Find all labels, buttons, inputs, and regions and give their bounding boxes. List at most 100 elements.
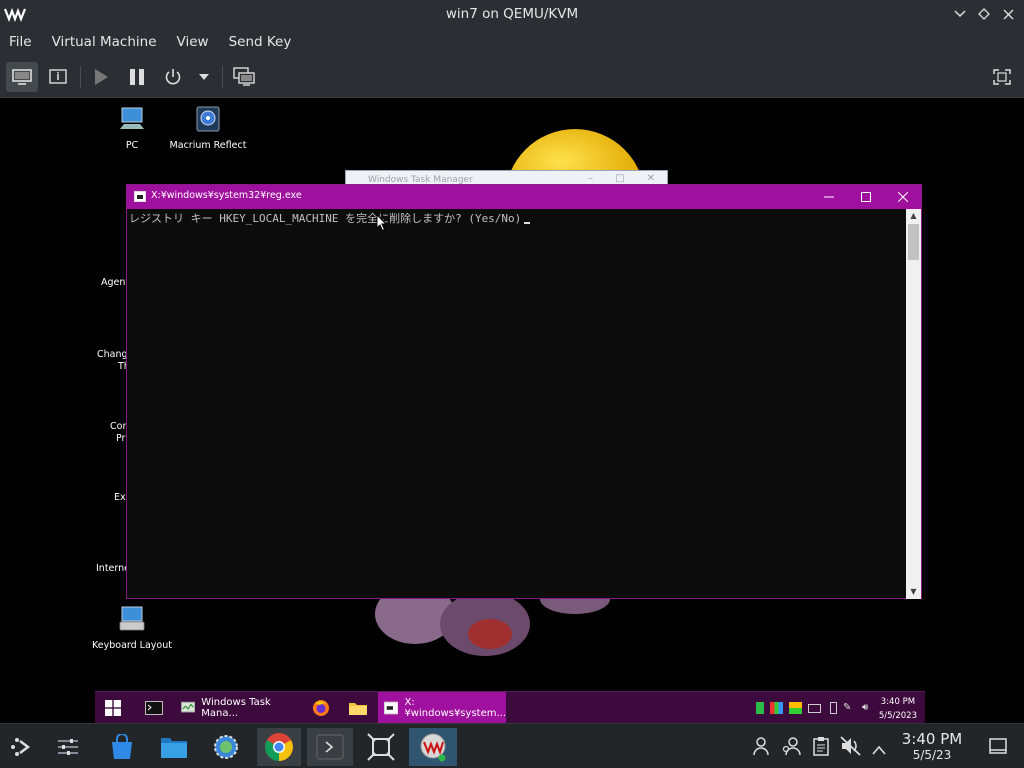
volume-icon[interactable]: 🔊︎: [862, 702, 875, 714]
guest-system-tray: ✎ 🔊︎: [753, 702, 875, 714]
flag-icon[interactable]: [789, 702, 802, 714]
minimize-icon[interactable]: –: [588, 173, 593, 184]
monitor-icon: [12, 69, 32, 85]
desktop-icon-keyboard-layout[interactable]: Keyboard Layout: [87, 605, 177, 651]
launcher-icon: [11, 738, 31, 756]
snapshots-button[interactable]: [230, 62, 258, 92]
close-icon[interactable]: [1000, 4, 1016, 24]
maximize-icon[interactable]: □: [615, 173, 624, 184]
virt-manager-logo-icon: [4, 7, 26, 22]
console-window[interactable]: X:¥windows¥system32¥reg.exe レジストリ キー HKE…: [126, 184, 922, 599]
terminal-icon: [316, 734, 344, 760]
frame-icon: [367, 733, 395, 761]
taskbar-item-reg-exe[interactable]: X:¥windows¥system...: [378, 692, 506, 723]
console-icon: [384, 701, 399, 715]
task-manager-icon: [181, 701, 196, 713]
pause-button[interactable]: [124, 62, 150, 92]
store-bag-icon: [112, 734, 132, 759]
start-button[interactable]: [105, 700, 121, 720]
console-icon: [134, 191, 146, 202]
scroll-thumb[interactable]: [908, 224, 919, 260]
show-console-button[interactable]: [6, 62, 38, 92]
keyboard-icon: [119, 606, 145, 631]
chevron-down-icon: [199, 74, 209, 80]
taskbar-item-firefox[interactable]: [309, 692, 333, 723]
taskbar-item-task-manager[interactable]: Windows Task Mana...: [177, 692, 299, 723]
toolbar: [0, 56, 1024, 98]
console-close-button[interactable]: [884, 185, 921, 209]
dolphin-button[interactable]: [155, 728, 193, 766]
globe-gear-icon: [214, 735, 238, 759]
usb-icon[interactable]: [830, 702, 837, 714]
menu-view[interactable]: View: [177, 34, 209, 50]
maximize-icon[interactable]: [976, 4, 992, 24]
run-button[interactable]: [88, 62, 114, 92]
chrome-button[interactable]: [257, 728, 301, 766]
user-icon[interactable]: [752, 736, 770, 760]
desktop-icon-label[interactable]: Chang: [97, 349, 128, 360]
taskbar-item-explorer[interactable]: [345, 692, 371, 723]
desktop-icon-macrium-reflect[interactable]: Macrium Reflect: [163, 105, 253, 151]
pause-icon: [130, 69, 144, 85]
play-icon: [95, 69, 108, 85]
shutdown-button[interactable]: [160, 62, 186, 92]
show-desktop-icon[interactable]: [989, 738, 1007, 758]
users-icon[interactable]: [782, 736, 802, 760]
close-icon[interactable]: ✕: [647, 173, 655, 184]
console-prompt: レジストリ キー HKEY_LOCAL_MACHINE を完全に削除しますか? …: [129, 212, 522, 225]
host-clock[interactable]: 3:40 PM 5/5/23: [895, 731, 969, 763]
scroll-up-icon[interactable]: ▲: [906, 209, 921, 223]
text-cursor: [524, 222, 531, 224]
network-icon[interactable]: [770, 702, 783, 714]
keyboard-tray-icon[interactable]: [808, 704, 821, 713]
clipboard-icon[interactable]: [812, 736, 830, 760]
desktop-icon-label[interactable]: Interne: [96, 563, 130, 574]
windows-logo-icon: [105, 700, 121, 716]
kvm-frame-button[interactable]: [362, 728, 400, 766]
desktop-icon-label[interactable]: Agent: [101, 277, 129, 288]
console-output[interactable]: レジストリ キー HKEY_LOCAL_MACHINE を完全に削除しますか? …: [127, 209, 907, 599]
guest-clock[interactable]: 3:40 PM 5/5/2023: [879, 695, 917, 723]
close-icon: [897, 192, 908, 202]
desktop-icon-label[interactable]: Pr: [116, 433, 125, 444]
system-settings-button[interactable]: [49, 728, 87, 766]
computer-icon: [120, 107, 144, 129]
battery-icon[interactable]: [756, 702, 764, 714]
fullscreen-button[interactable]: [988, 62, 1016, 92]
menu-send-key[interactable]: Send Key: [229, 34, 292, 50]
fullscreen-icon: [993, 69, 1011, 85]
power-icon: [165, 69, 181, 85]
console-minimize-button[interactable]: [810, 185, 847, 209]
application-launcher-button[interactable]: [3, 728, 41, 766]
mouse-pointer-icon: [376, 214, 388, 232]
window-title: win7 on QEMU/KVM: [445, 6, 579, 22]
show-details-button[interactable]: [44, 62, 72, 92]
discover-button[interactable]: [103, 728, 141, 766]
konsole-button[interactable]: [307, 728, 353, 766]
browser-settings-button[interactable]: [207, 728, 245, 766]
backup-disk-icon: [196, 106, 220, 132]
wrench-icon[interactable]: ✎: [843, 702, 856, 714]
minimize-icon[interactable]: [952, 4, 968, 24]
cmd-icon: [145, 701, 163, 715]
virt-manager-app-icon: [420, 733, 446, 762]
console-titlebar[interactable]: X:¥windows¥system32¥reg.exe: [127, 185, 921, 209]
host-titlebar[interactable]: win7 on QEMU/KVM: [0, 0, 1024, 28]
screen: win7 on QEMU/KVM File Virtual Machine Vi…: [0, 0, 1024, 768]
menu-file[interactable]: File: [9, 34, 32, 50]
console-title: X:¥windows¥system32¥reg.exe: [151, 190, 302, 201]
vertical-scrollbar[interactable]: ▲ ▼: [906, 209, 921, 599]
taskbar-item-cmd[interactable]: [143, 692, 165, 723]
minimize-icon: [823, 196, 834, 198]
scroll-down-icon[interactable]: ▼: [906, 585, 921, 599]
menubar: File Virtual Machine View Send Key: [0, 28, 1024, 56]
info-icon: [49, 69, 67, 84]
virt-manager-button[interactable]: [409, 728, 457, 766]
guest-display[interactable]: PC Macrium Reflect Agent Chang Th Con Pr…: [0, 99, 1024, 723]
chevron-up-icon[interactable]: [872, 740, 886, 759]
folder-icon: [349, 703, 367, 715]
console-maximize-button[interactable]: [847, 185, 884, 209]
shutdown-menu-button[interactable]: [194, 62, 214, 92]
volume-muted-icon[interactable]: [840, 736, 862, 760]
menu-virtual-machine[interactable]: Virtual Machine: [52, 34, 157, 50]
